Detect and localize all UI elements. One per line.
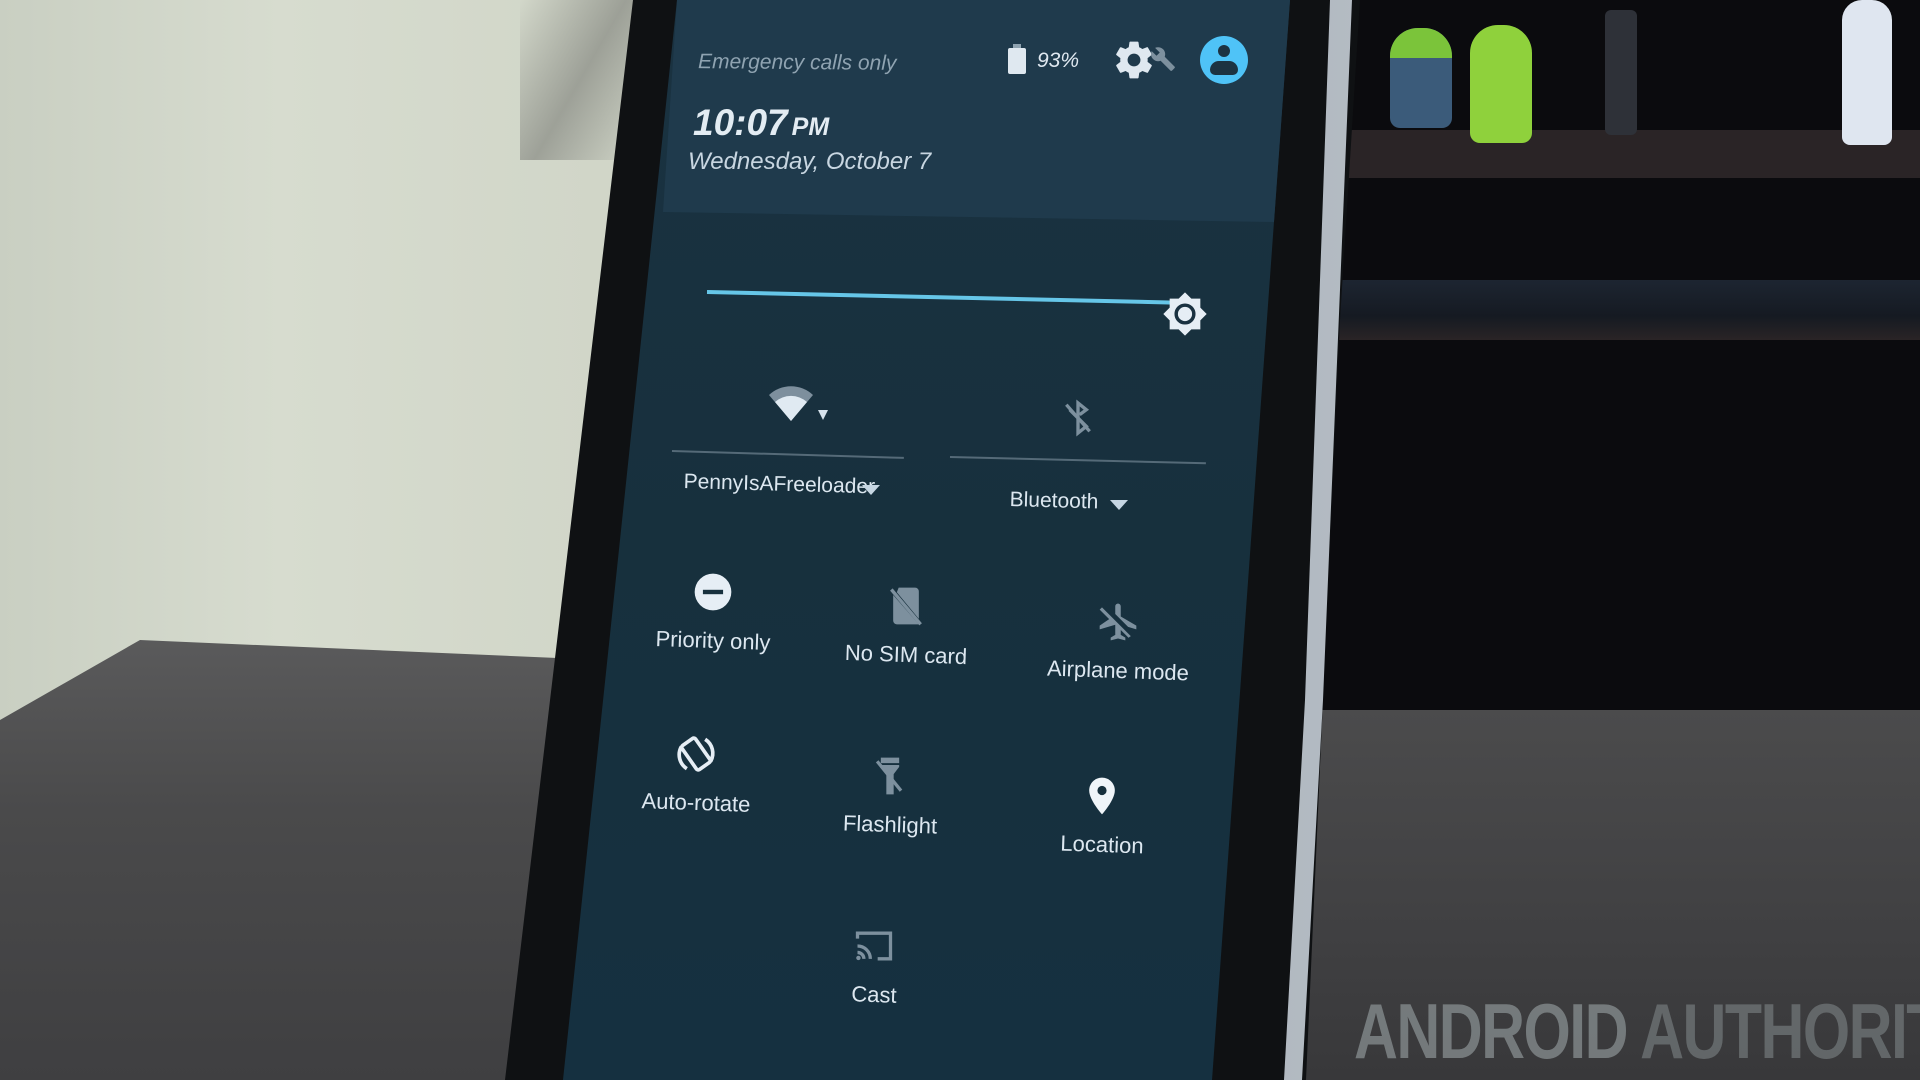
- do-not-disturb-icon: [694, 573, 732, 611]
- tile-no-sim-card[interactable]: No SIM card: [806, 584, 1006, 669]
- wrench-icon: [1151, 47, 1175, 71]
- no-sim-icon: [890, 587, 922, 626]
- tile-label: Flashlight: [842, 810, 938, 839]
- tile-priority-only[interactable]: Priority only: [613, 570, 813, 655]
- clock[interactable]: 10:07 PM: [693, 102, 829, 144]
- bluetooth-label[interactable]: Bluetooth: [1009, 488, 1098, 514]
- tile-airplane-mode[interactable]: Airplane mode: [1018, 600, 1218, 685]
- tile-label: Priority only: [655, 626, 771, 655]
- watermark-logo: ANDROID AUTHORITY: [1354, 986, 1920, 1077]
- brightness-slider-track[interactable]: [706, 290, 1185, 305]
- wifi-signal-caret-icon: [818, 410, 828, 420]
- tile-label: Location: [1060, 830, 1145, 859]
- location-pin-icon: [1089, 777, 1115, 815]
- tile-location[interactable]: Location: [1002, 774, 1202, 858]
- tile-label: No SIM card: [844, 639, 968, 670]
- battery-percentage: 93%: [1037, 49, 1080, 72]
- airplane-off-icon: [1099, 603, 1137, 641]
- date[interactable]: Wednesday, October 7: [688, 148, 931, 176]
- bluetooth-divider: [949, 456, 1206, 465]
- bluetooth-disabled-icon[interactable]: [1058, 394, 1098, 442]
- tile-cast[interactable]: Cast: [774, 924, 974, 1008]
- account-circle-icon[interactable]: [1200, 36, 1248, 84]
- wifi-divider: [671, 450, 904, 459]
- tile-label: Airplane mode: [1046, 655, 1190, 686]
- tile-label: Auto-rotate: [641, 788, 751, 817]
- wifi-dropdown-icon[interactable]: [862, 485, 880, 495]
- wifi-network-label[interactable]: PennyIsAFreeloader: [683, 470, 875, 499]
- battery-icon[interactable]: [1008, 44, 1026, 74]
- bluetooth-dropdown-icon[interactable]: [1110, 500, 1128, 510]
- screen-rotation-icon: [677, 736, 715, 772]
- carrier-status-text: Emergency calls only: [697, 50, 897, 75]
- tile-label: Cast: [850, 981, 898, 1008]
- watermark-part2: AUTHORITY: [1640, 987, 1920, 1075]
- cast-icon: [855, 931, 893, 961]
- wifi-icon[interactable]: [766, 383, 816, 423]
- brightness-icon[interactable]: [1162, 291, 1208, 337]
- quick-settings-ui: Emergency calls only 93% 10:07 PM Wednesd…: [0, 0, 1920, 1080]
- flashlight-off-icon: [875, 757, 903, 795]
- tile-auto-rotate[interactable]: Auto-rotate: [596, 732, 796, 817]
- watermark-part1: ANDROID: [1354, 987, 1629, 1075]
- clock-ampm: PM: [791, 113, 830, 141]
- tile-flashlight[interactable]: Flashlight: [790, 754, 990, 839]
- clock-time: 10:07: [693, 102, 788, 143]
